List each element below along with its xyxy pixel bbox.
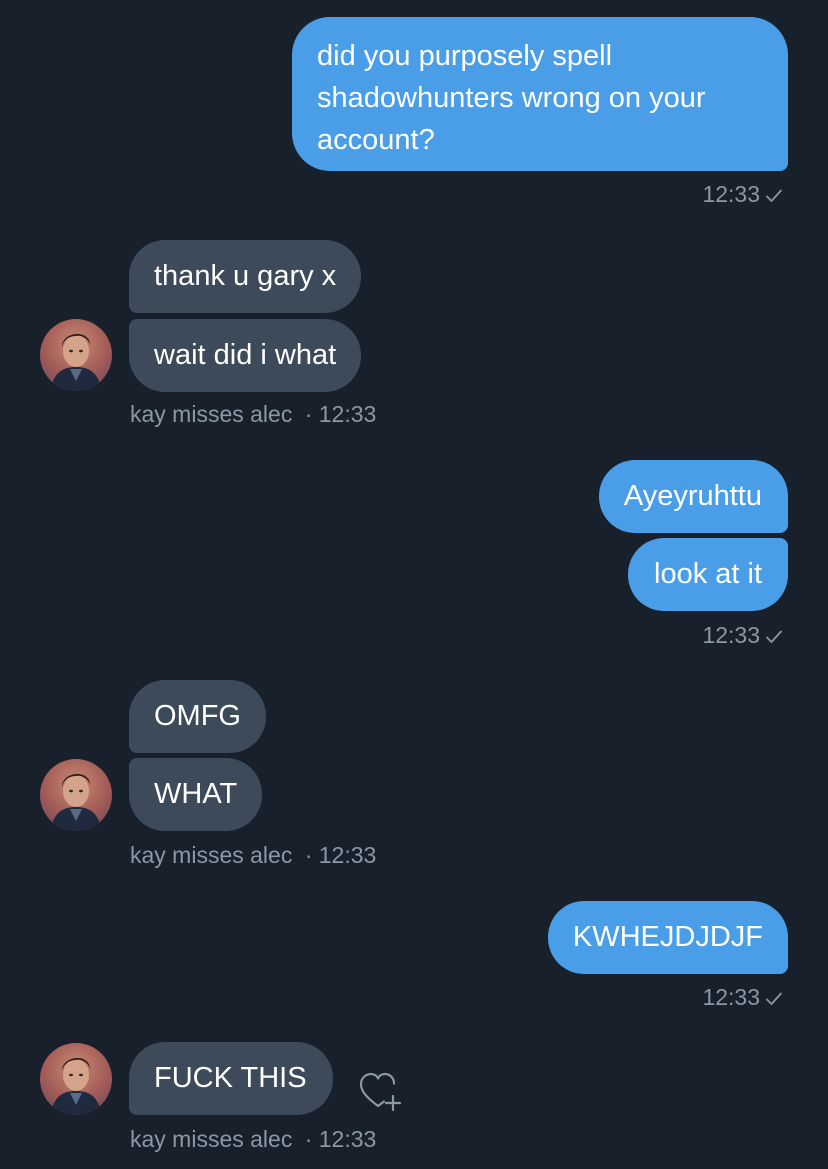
timestamp: · 12:33: [304, 1126, 377, 1152]
sender-name: kay misses alec: [130, 842, 293, 868]
timestamp: · 12:33: [304, 842, 377, 868]
message-bubble-outgoing[interactable]: Ayeyruhttu: [598, 460, 788, 533]
message-bubble-outgoing[interactable]: KWHEJDJDJF: [547, 901, 788, 974]
message-bubble-outgoing[interactable]: look at it: [628, 538, 788, 611]
avatar-image: [40, 319, 112, 391]
message-bubble-incoming[interactable]: WHAT: [129, 758, 263, 831]
message-text: shadowhunters wrong on your: [317, 82, 706, 114]
avatar[interactable]: [40, 319, 112, 391]
message-meta: kay misses alec · 12:33: [130, 400, 376, 428]
message-meta: 12:33: [702, 180, 782, 208]
timestamp: 12:33: [702, 181, 760, 207]
message-text: WHAT: [154, 778, 238, 810]
timestamp: 12:33: [702, 622, 760, 648]
avatar[interactable]: [40, 759, 112, 831]
message-text: thank u gary x: [154, 260, 337, 292]
message-bubble-incoming[interactable]: thank u gary x: [129, 240, 362, 313]
message-meta: kay misses alec · 12:33: [130, 841, 376, 869]
heart-plus-icon[interactable]: [358, 1068, 404, 1114]
sender-name: kay misses alec: [130, 401, 293, 427]
checkmark-icon: [766, 189, 782, 202]
message-bubble-outgoing[interactable]: did you purposely spell shadowhunters wr…: [292, 17, 788, 171]
message-meta: 12:33: [702, 983, 782, 1011]
avatar-image: [40, 759, 112, 831]
message-text: did you purposely spell: [317, 40, 613, 72]
avatar[interactable]: [40, 1043, 112, 1115]
message-text: wait did i what: [154, 339, 337, 371]
message-text: KWHEJDJDJF: [572, 921, 763, 953]
message-bubble-incoming[interactable]: OMFG: [129, 680, 266, 753]
checkmark-icon: [766, 992, 782, 1005]
checkmark-icon: [766, 630, 782, 643]
message-text: account?: [317, 124, 435, 156]
timestamp: · 12:33: [304, 401, 377, 427]
message-bubble-incoming[interactable]: wait did i what: [129, 319, 362, 392]
timestamp: 12:33: [702, 984, 760, 1010]
message-text: OMFG: [154, 700, 241, 732]
message-bubble-incoming[interactable]: FUCK THIS: [129, 1042, 333, 1115]
avatar-image: [40, 1043, 112, 1115]
message-meta: 12:33: [702, 621, 782, 649]
sender-name: kay misses alec: [130, 1126, 293, 1152]
message-text: Ayeyruhttu: [623, 480, 762, 512]
message-meta: kay misses alec · 12:33: [130, 1125, 376, 1153]
message-text: FUCK THIS: [154, 1062, 307, 1094]
message-text: look at it: [654, 558, 762, 590]
